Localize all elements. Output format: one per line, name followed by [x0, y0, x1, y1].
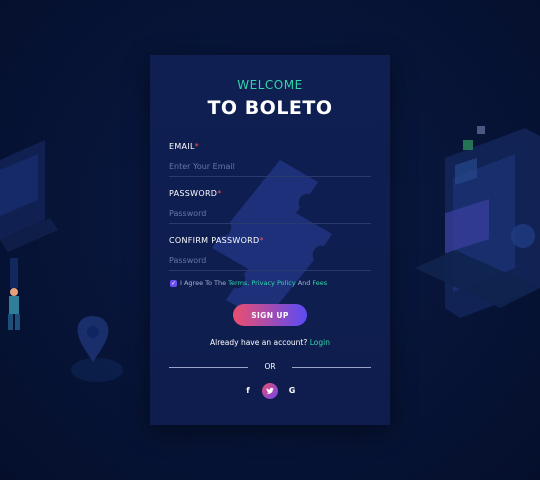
twitter-icon[interactable] — [262, 383, 278, 399]
signup-card: WELCOME TO BOLETO EMAIL* PASSWORD* CONFI… — [150, 55, 390, 425]
required-mark: * — [259, 236, 264, 245]
fees-link[interactable]: Fees — [312, 279, 327, 287]
page-background: WELCOME TO BOLETO EMAIL* PASSWORD* CONFI… — [0, 0, 540, 480]
password-label: PASSWORD* — [169, 189, 222, 198]
agree-prefix: I Agree To The — [180, 279, 227, 287]
password-field[interactable] — [169, 204, 371, 224]
google-icon[interactable]: G — [284, 383, 300, 399]
email-field[interactable] — [169, 157, 371, 177]
terms-link[interactable]: Terms, — [228, 279, 249, 287]
left-illustration — [0, 140, 58, 330]
twitter-bird-icon — [266, 387, 274, 394]
welcome-heading: WELCOME — [237, 78, 303, 92]
facebook-icon[interactable]: f — [240, 383, 256, 399]
login-prompt: Already have an account? Login — [150, 338, 390, 347]
login-link[interactable]: Login — [310, 338, 330, 347]
confirm-password-field[interactable] — [169, 251, 371, 271]
privacy-policy-link[interactable]: Privacy Policy — [251, 279, 295, 287]
or-divider: OR — [169, 361, 371, 373]
agree-and: And — [297, 279, 311, 287]
password-group: PASSWORD* — [169, 189, 371, 224]
agree-checkbox[interactable]: ✓ — [170, 279, 177, 287]
email-group: EMAIL* — [169, 142, 371, 177]
social-login-row: f G — [240, 383, 300, 399]
sign-up-button[interactable]: SIGN UP — [233, 304, 307, 326]
login-prompt-text: Already have an account? — [210, 338, 308, 347]
map-pin-illustration — [71, 316, 123, 382]
required-mark: * — [194, 142, 200, 151]
agree-terms-row: ✓ I Agree To The Terms, Privacy Policy A… — [170, 279, 380, 287]
required-mark: * — [217, 189, 222, 198]
divider-line — [292, 367, 371, 368]
brand-title: TO BOLETO — [207, 97, 333, 119]
right-illustration — [415, 126, 540, 318]
email-label: EMAIL* — [169, 142, 200, 151]
confirm-password-group: CONFIRM PASSWORD* — [169, 236, 371, 271]
confirm-password-label: CONFIRM PASSWORD* — [169, 236, 264, 245]
